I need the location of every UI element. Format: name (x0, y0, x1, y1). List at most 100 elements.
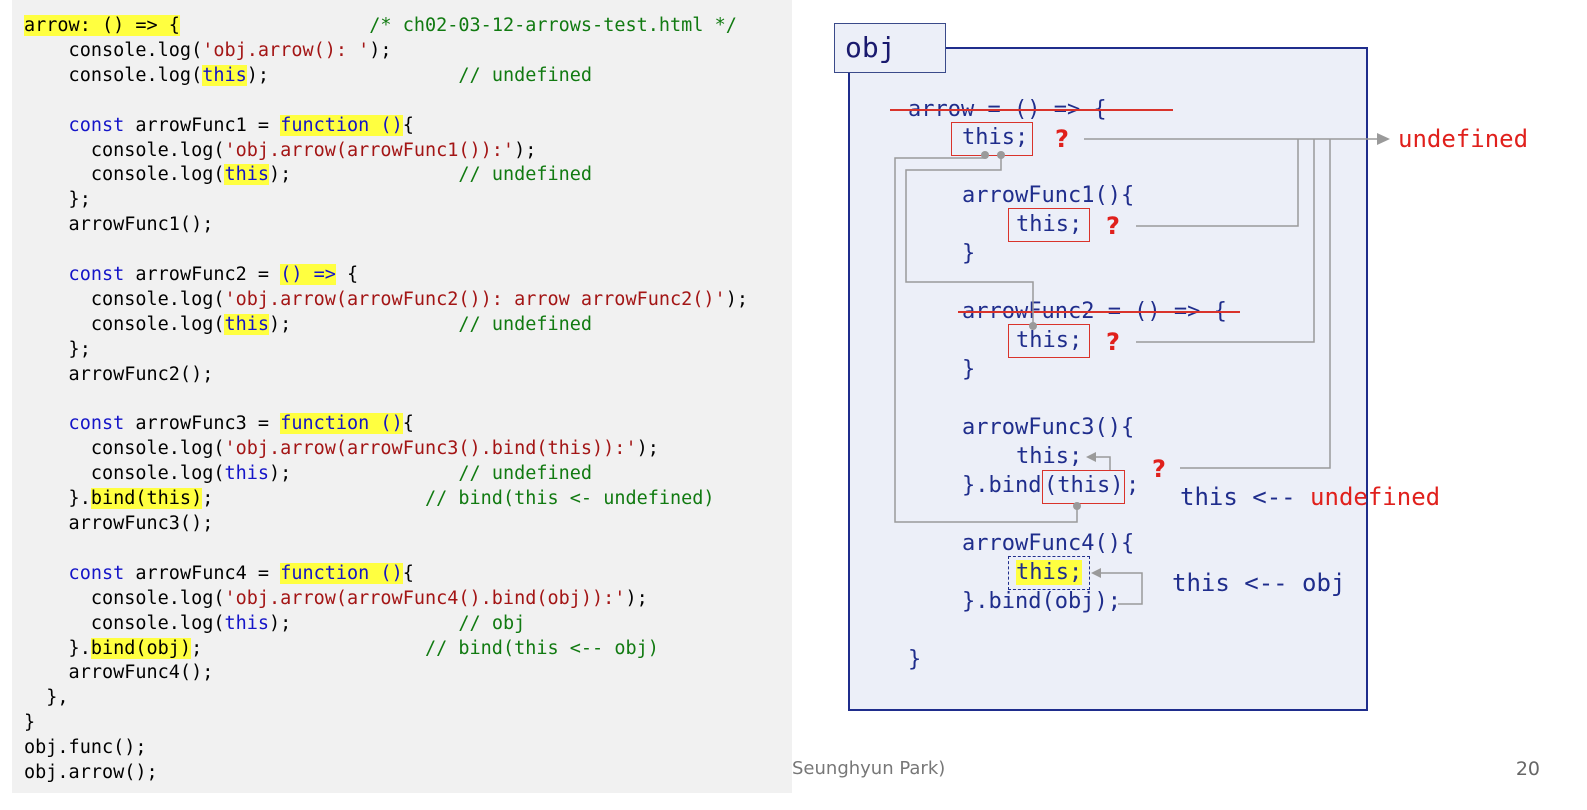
arrowfunc1-close: } (962, 241, 976, 266)
code-line: obj.arrow(); (24, 761, 158, 785)
code-token: }, (24, 687, 69, 709)
code-token: arrowFunc4(); (24, 662, 214, 684)
code-line: console.log('obj.arrow(arrowFunc3().bind… (24, 437, 659, 461)
code-token: // undefined (458, 463, 593, 485)
code-token: ); (625, 587, 648, 609)
code-token: this (224, 313, 270, 335)
arrowfunc4-open: arrowFunc4(){ (962, 531, 1135, 556)
code-token: ); (269, 612, 459, 634)
code-line: console.log('obj.arrow(): '); (24, 39, 392, 63)
code-token: }; (24, 338, 91, 360)
code-token: // undefined (458, 164, 593, 186)
code-token: console.log( (24, 288, 225, 310)
code-token: ); (725, 288, 748, 310)
code-line: console.log('obj.arrow(arrowFunc4().bind… (24, 587, 648, 611)
code-token: ); (514, 139, 537, 161)
code-token: this (202, 64, 247, 86)
code-line: console.log('obj.arrow(arrowFunc1()):'); (24, 139, 537, 163)
code-token: bind(this) (90, 488, 203, 510)
page-number: 20 (1515, 758, 1540, 780)
code-token: // bind(this <-- obj) (424, 637, 659, 659)
code-token: 'obj.arrow(arrowFunc2()): arrow arrowFun… (224, 288, 726, 310)
code-token: { (402, 114, 414, 136)
arrowfunc2-declaration: arrowFunc2 = () => { (962, 299, 1227, 324)
arrowfunc3-open: arrowFunc3(){ (962, 415, 1135, 440)
code-token: { (402, 413, 414, 435)
code-token: ; (191, 637, 425, 659)
code-line: const arrowFunc2 = () => { (24, 263, 358, 287)
code-token: ); (636, 438, 659, 460)
this-undefined-note: this <-- undefined (1180, 480, 1440, 514)
obj-label: obj (834, 23, 946, 73)
code-token: // undefined (458, 64, 593, 86)
code-token: console.log( (24, 612, 225, 634)
code-token: arrowFunc2(); (24, 363, 214, 385)
code-token: // bind(this <- undefined) (424, 488, 715, 510)
code-token: const (24, 114, 125, 136)
this-obj-note: this <-- obj (1172, 569, 1346, 597)
code-token: bind(obj) (90, 637, 192, 659)
code-token: }. (24, 637, 91, 659)
question-mark-arrow: ? (1055, 125, 1069, 153)
code-line: console.log('obj.arrow(arrowFunc2()): ar… (24, 288, 748, 312)
code-token: /* ch02-03-12-arrows-test.html */ (369, 15, 737, 36)
code-token: arrowFunc1 = (124, 114, 281, 136)
this-arrowfunc3: this; (1016, 444, 1083, 469)
this-arrowfunc4-text: this; (1016, 560, 1083, 585)
this-arrow: this; (962, 125, 1029, 150)
code-token: // obj (458, 612, 526, 634)
code-token: arrowFunc4 = (124, 562, 281, 584)
code-token: ; (202, 488, 425, 510)
code-token: obj.arrow(); (24, 762, 158, 783)
code-token: console.log( (24, 587, 225, 609)
code-token: 'obj.arrow(arrowFunc4().bind(obj)):' (224, 587, 626, 609)
code-token: this (224, 612, 270, 634)
code-line: const arrowFunc3 = function (){ (24, 412, 414, 436)
code-token: console.log( (24, 164, 225, 186)
code-line: arrowFunc1(); (24, 213, 214, 237)
outer-close-brace: } (908, 647, 922, 672)
undefined-text: undefined (1310, 483, 1441, 511)
code-token: arrowFunc1(); (24, 214, 214, 236)
code-token: console.log( (24, 463, 225, 485)
code-token: this (224, 463, 270, 485)
code-token: console.log( (24, 438, 225, 460)
code-token: function () (280, 562, 403, 584)
code-token: }; (24, 189, 91, 211)
this-arrowfunc4: this; (1016, 558, 1083, 588)
code-token: arrowFunc2 = (124, 264, 281, 285)
code-line: }.bind(obj); // bind(this <-- obj) (24, 637, 659, 661)
question-mark-arrowfunc2: ? (1106, 328, 1120, 356)
code-token: { (402, 562, 414, 584)
code-token: this (224, 164, 270, 186)
arrowfunc3-bind-semicolon: ; (1126, 473, 1140, 498)
code-line: arrow: () => { /* ch02-03-12-arrows-test… (24, 14, 737, 38)
this-arrow-text: this <-- (1180, 483, 1311, 511)
code-token: console.log( (24, 39, 203, 61)
arrowfunc4-bind-obj: }.bind(obj); (962, 589, 1121, 614)
arrowfunc1-open: arrowFunc1(){ (962, 183, 1135, 208)
code-token: const (24, 562, 125, 584)
arrowfunc3-bind-prefix: }.bind (962, 473, 1042, 498)
code-token: // undefined (458, 313, 593, 335)
code-token: const (24, 413, 125, 435)
arrow-declaration: arrow = () => { (908, 97, 1107, 122)
code-token: } (24, 712, 36, 734)
code-token: arrowFunc3(); (24, 513, 214, 534)
code-line: const arrowFunc4 = function (){ (24, 562, 414, 586)
code-token: console.log( (24, 139, 225, 161)
code-token: ); (269, 463, 459, 485)
question-mark-arrowfunc1: ? (1106, 212, 1120, 240)
code-token: () => (280, 264, 336, 285)
result-undefined-label: undefined (1398, 125, 1529, 153)
code-token: 'obj.arrow(): ' (202, 39, 370, 61)
code-token: function () (280, 413, 403, 435)
code-token: }. (24, 488, 91, 510)
code-line: arrowFunc3(); (24, 512, 214, 536)
code-token: ); (369, 39, 392, 61)
code-token: obj.func(); (24, 737, 147, 759)
code-line: console.log(this); // undefined (24, 462, 592, 486)
code-line: }; (24, 188, 91, 212)
code-token: function () (280, 114, 403, 136)
